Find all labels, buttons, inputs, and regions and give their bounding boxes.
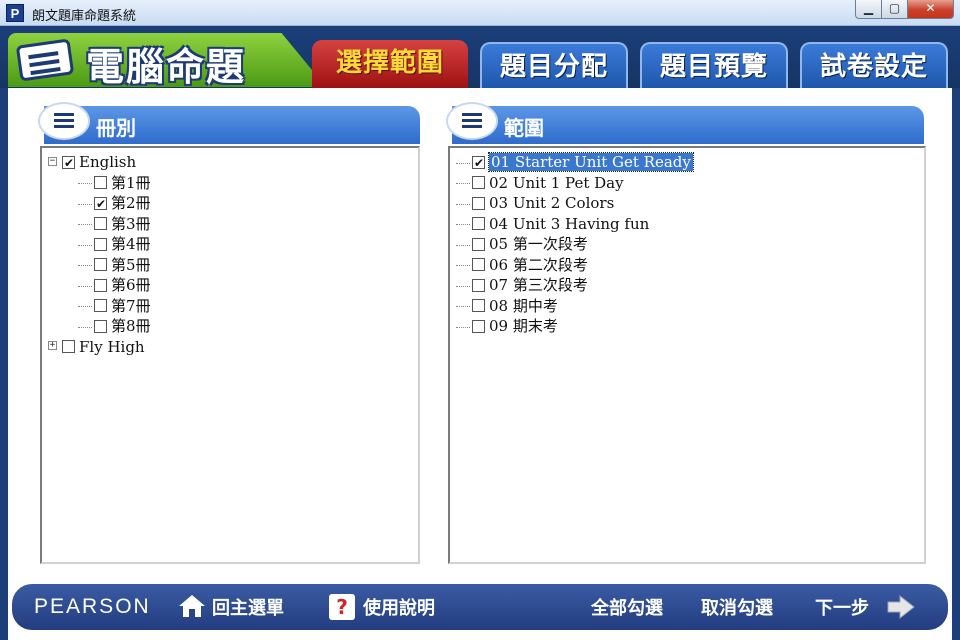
range-list[interactable]: 01 Starter Unit Get Ready 02 Unit 1 Pet …: [448, 146, 926, 564]
help-icon[interactable]: ?: [329, 594, 355, 620]
checkbox-range-05[interactable]: [472, 237, 485, 251]
tab-select-range[interactable]: 選擇範圍: [312, 40, 468, 90]
checkbox-volume-6[interactable]: [94, 278, 107, 292]
window-controls: ▁ ▢ ✕: [855, 0, 954, 20]
checkbox-range-04[interactable]: [472, 217, 485, 230]
range-item-03[interactable]: 03 Unit 2 Colors: [456, 193, 693, 214]
tree-node-volume-2[interactable]: 第2冊: [48, 193, 151, 214]
tree-node-volume-4[interactable]: 第4冊: [48, 234, 151, 255]
range-item-label: 04 Unit 3 Having fun: [489, 214, 650, 233]
tree-node-volume-3[interactable]: 第3冊: [48, 214, 151, 235]
range-item-04[interactable]: 04 Unit 3 Having fun: [456, 214, 693, 235]
volume-panel-title: 冊別: [96, 116, 136, 140]
list-bubble-icon: [38, 102, 90, 140]
checkbox-english[interactable]: [62, 153, 75, 173]
tree-node-label: 第1冊: [111, 173, 151, 192]
tree-node-label: 第2冊: [111, 194, 151, 212]
checkbox-volume-1[interactable]: [94, 176, 107, 189]
checkbox-volume-5[interactable]: [94, 258, 107, 271]
checkbox-volume-3[interactable]: [94, 217, 107, 230]
checkbox-range-08[interactable]: [472, 299, 485, 312]
checkbox-range-07[interactable]: [472, 278, 485, 292]
range-item-09[interactable]: 09 期末考: [456, 316, 693, 337]
range-panel-header: 範圍: [446, 102, 924, 144]
volume-panel-header: 冊別: [38, 102, 420, 144]
tree-node-volume-5[interactable]: 第5冊: [48, 255, 151, 276]
arrow-right-icon[interactable]: [886, 594, 916, 620]
range-item-label: 02 Unit 1 Pet Day: [489, 173, 624, 192]
range-item-08[interactable]: 08 期中考: [456, 296, 693, 317]
tab-question-preview[interactable]: 題目預覽: [640, 42, 788, 88]
tree-node-fly-high[interactable]: + Fly High: [48, 337, 151, 358]
volume-tree-list: − English 第1冊 第2冊 第3冊 第4冊 第5冊 第6冊 第7冊 第8冊…: [48, 152, 151, 357]
next-step-button[interactable]: 下一步: [815, 594, 869, 620]
deselect-all-button[interactable]: 取消勾選: [701, 594, 773, 620]
tree-node-english[interactable]: − English: [48, 152, 151, 173]
checkbox-volume-4[interactable]: [94, 237, 107, 251]
tree-node-volume-8[interactable]: 第8冊: [48, 316, 151, 337]
pearson-logo: PEARSON: [34, 595, 151, 618]
range-item-label: 09 期末考: [489, 317, 558, 335]
checkbox-volume-2[interactable]: [94, 194, 107, 214]
home-button[interactable]: 回主選單: [212, 594, 284, 620]
tree-node-label: Fly High: [79, 337, 145, 356]
tree-node-volume-6[interactable]: 第6冊: [48, 275, 151, 296]
list-bubble-icon: [446, 102, 498, 140]
tree-node-volume-1[interactable]: 第1冊: [48, 173, 151, 194]
range-item-02[interactable]: 02 Unit 1 Pet Day: [456, 173, 693, 194]
expand-icon[interactable]: +: [48, 341, 57, 350]
tree-node-volume-7[interactable]: 第7冊: [48, 296, 151, 317]
checkbox-fly-high[interactable]: [62, 340, 75, 353]
tree-node-label: 第8冊: [111, 317, 151, 335]
range-item-label: 05 第一次段考: [489, 235, 588, 253]
window-titlebar: P 朗文題庫命題系統 ▁ ▢ ✕: [0, 0, 960, 26]
collapse-icon[interactable]: −: [48, 156, 57, 166]
brand-title: 電腦命題: [86, 45, 247, 89]
notepad-pencil-icon: [15, 38, 75, 82]
checkbox-range-09[interactable]: [472, 319, 485, 333]
maximize-button[interactable]: ▢: [882, 0, 908, 19]
bottom-toolbar: [12, 584, 948, 630]
range-item-06[interactable]: 06 第二次段考: [456, 255, 693, 276]
checkbox-range-02[interactable]: [472, 176, 485, 189]
checkbox-range-06[interactable]: [472, 258, 485, 271]
range-item-label: 03 Unit 2 Colors: [489, 194, 615, 212]
checkbox-range-03[interactable]: [472, 196, 485, 210]
range-panel-title: 範圍: [504, 116, 544, 140]
checkbox-volume-8[interactable]: [94, 319, 107, 333]
home-icon[interactable]: [178, 594, 206, 618]
tree-node-label: 第7冊: [111, 296, 151, 315]
app-icon: P: [6, 4, 24, 22]
window-title: 朗文題庫命題系統: [32, 9, 137, 24]
tree-node-label: 第3冊: [111, 214, 151, 233]
select-all-button[interactable]: 全部勾選: [591, 594, 663, 620]
tab-paper-settings[interactable]: 試卷設定: [800, 42, 948, 88]
tree-node-label: 第5冊: [111, 255, 151, 274]
range-item-01[interactable]: 01 Starter Unit Get Ready: [456, 152, 694, 173]
help-button[interactable]: 使用說明: [363, 594, 435, 620]
close-button[interactable]: ✕: [908, 0, 954, 19]
range-item-label: 08 期中考: [489, 296, 558, 315]
tab-question-allocation[interactable]: 題目分配: [480, 42, 628, 88]
tree-node-label: English: [79, 153, 137, 171]
checkbox-range-01[interactable]: [472, 153, 485, 173]
range-item-label: 06 第二次段考: [489, 255, 588, 274]
range-item-07[interactable]: 07 第三次段考: [456, 275, 693, 296]
range-item-label: 01 Starter Unit Get Ready: [488, 152, 694, 172]
tree-node-label: 第4冊: [111, 235, 151, 253]
range-item-label: 07 第三次段考: [489, 276, 588, 294]
range-list-items: 01 Starter Unit Get Ready 02 Unit 1 Pet …: [456, 152, 694, 337]
volume-tree[interactable]: − English 第1冊 第2冊 第3冊 第4冊 第5冊 第6冊 第7冊 第8冊…: [40, 146, 420, 564]
tree-node-label: 第6冊: [111, 276, 151, 294]
minimize-button[interactable]: ▁: [855, 0, 882, 19]
checkbox-volume-7[interactable]: [94, 299, 107, 312]
range-item-05[interactable]: 05 第一次段考: [456, 234, 693, 255]
